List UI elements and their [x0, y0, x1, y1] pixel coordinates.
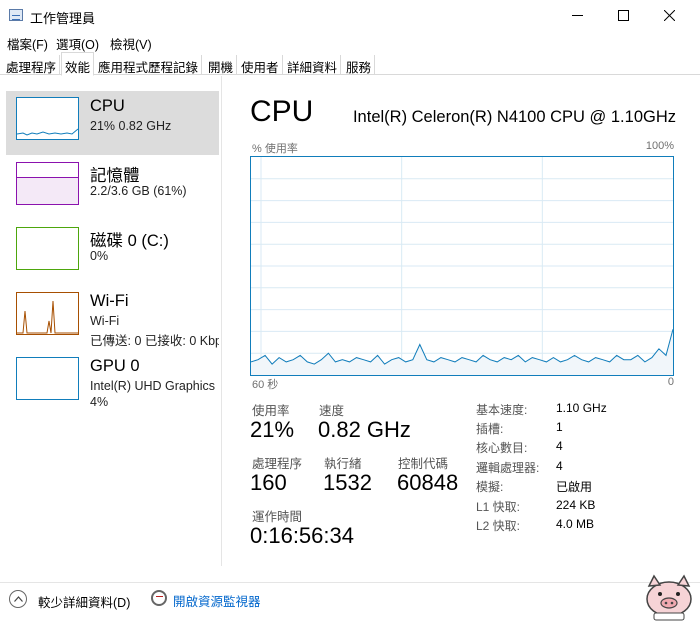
sidebar-item-title: CPU — [90, 97, 125, 115]
spec-value: 1 — [556, 420, 563, 434]
graph-x-right-label: 0 — [667, 376, 674, 388]
graph-y-label: % 使用率 — [252, 143, 298, 155]
tab-users[interactable]: 使用者 — [238, 55, 283, 75]
task-manager-icon — [9, 9, 23, 21]
spec-value: 1.10 GHz — [556, 401, 607, 415]
minimize-icon — [572, 15, 583, 16]
tab-app-history[interactable]: 應用程式歷程記錄 — [95, 55, 203, 75]
menu-view[interactable]: 檢視(V) — [110, 34, 152, 53]
close-button[interactable] — [646, 0, 692, 31]
spec-value: 已啟用 — [556, 480, 593, 494]
handles-value: 60848 — [397, 470, 459, 495]
spec-label: L2 快取: — [476, 519, 521, 533]
window-title: 工作管理員 — [30, 11, 96, 26]
sidebar-item-usage: 4% — [90, 395, 109, 409]
pig-mascot-watermark — [646, 574, 692, 621]
spec-label: 核心數目: — [476, 441, 528, 455]
sidebar-item-disk[interactable]: 磁碟 0 (C:) 0% — [6, 221, 219, 285]
sidebar-item-detail: Intel(R) UHD Graphics — [90, 379, 216, 393]
tab-bar: 處理程序 效能 應用程式歷程記錄 開機 使用者 詳細資料 服務 — [0, 52, 700, 76]
uptime-value: 0:16:56:34 — [250, 523, 354, 548]
graph-x-left-label: 60 秒 — [252, 379, 279, 391]
open-resource-monitor-link[interactable]: 開啟資源監視器 — [173, 591, 261, 610]
spec-label: 插槽: — [476, 422, 504, 436]
spec-label: 基本速度: — [476, 403, 528, 417]
sidebar-item-memory[interactable]: 記憶體 2.2/3.6 GB (61%) — [6, 156, 219, 220]
speed-value: 0.82 GHz — [318, 417, 411, 442]
cpu-thumbnail-graph — [16, 97, 79, 140]
footer-bar: 較少詳細資料(D) 開啟資源監視器 — [0, 582, 700, 623]
sidebar-item-title: 磁碟 0 (C:) — [90, 232, 169, 250]
tab-performance[interactable]: 效能 — [61, 52, 95, 76]
resource-monitor-icon — [151, 590, 167, 606]
minimize-button[interactable] — [554, 0, 600, 31]
performance-sidebar: CPU 21% 0.82 GHz 記憶體 2.2/3.6 GB (61%) 磁碟… — [0, 76, 222, 566]
spec-value: 4 — [556, 459, 563, 473]
spec-value: 4.0 MB — [556, 517, 595, 531]
utilization-value: 21% — [250, 417, 295, 442]
fewer-details-button[interactable]: 較少詳細資料(D) — [38, 592, 130, 611]
sidebar-item-wifi[interactable]: Wi-Fi Wi-Fi 已傳送: 0 已接收: 0 Kbps — [6, 286, 219, 350]
cpu-usage-chart — [250, 157, 674, 375]
spec-value: 224 KB — [556, 498, 596, 512]
page-title: CPU — [250, 95, 314, 128]
title-bar: 工作管理員 — [0, 0, 700, 31]
graph-y-max-label: 100% — [645, 140, 674, 152]
maximize-icon — [618, 10, 629, 21]
processes-value: 160 — [250, 470, 287, 495]
spec-label: 邏輯處理器: — [476, 461, 540, 475]
sidebar-item-detail: 2.2/3.6 GB (61%) — [90, 184, 187, 198]
cpu-detail-panel: CPU Intel(R) Celeron(R) N4100 CPU @ 1.10… — [250, 90, 680, 560]
spec-label: L1 快取: — [476, 500, 521, 514]
sidebar-item-gpu[interactable]: GPU 0 Intel(R) UHD Graphics 4% — [6, 351, 219, 415]
sidebar-item-title: GPU 0 — [90, 357, 140, 375]
cpu-usage-graph — [250, 156, 674, 376]
wifi-thumbnail-graph — [16, 292, 79, 335]
sidebar-item-cpu[interactable]: CPU 21% 0.82 GHz — [6, 91, 219, 155]
sidebar-item-detail: Wi-Fi — [90, 314, 120, 328]
threads-value: 1532 — [323, 470, 372, 495]
close-icon — [664, 10, 675, 21]
usage-area — [251, 329, 673, 375]
sidebar-item-title: 記憶體 — [90, 167, 140, 185]
sidebar-item-detail: 0% — [90, 249, 109, 263]
tab-processes[interactable]: 處理程序 — [3, 55, 61, 75]
sidebar-item-detail: 21% 0.82 GHz — [90, 119, 172, 133]
gpu-thumbnail-graph — [16, 357, 79, 400]
tab-details[interactable]: 詳細資料 — [284, 55, 342, 75]
tab-services[interactable]: 服務 — [343, 55, 376, 75]
menu-file[interactable]: 檔案(F) — [7, 34, 48, 53]
sidebar-item-throughput: 已傳送: 0 已接收: 0 Kbps — [90, 334, 219, 348]
chevron-up-icon[interactable] — [9, 590, 27, 608]
disk-thumbnail-graph — [16, 227, 79, 270]
memory-thumbnail-graph — [16, 162, 79, 205]
menu-options[interactable]: 選項(O) — [56, 34, 99, 53]
cpu-model-name: Intel(R) Celeron(R) N4100 CPU @ 1.10GHz — [352, 108, 676, 126]
sidebar-item-title: Wi-Fi — [90, 292, 129, 310]
spec-label: 模擬: — [476, 480, 504, 494]
maximize-button[interactable] — [600, 0, 646, 31]
spec-value: 4 — [556, 439, 563, 453]
menu-bar: 檔案(F) 選項(O) 檢視(V) — [0, 31, 700, 52]
tab-startup[interactable]: 開機 — [205, 55, 238, 75]
